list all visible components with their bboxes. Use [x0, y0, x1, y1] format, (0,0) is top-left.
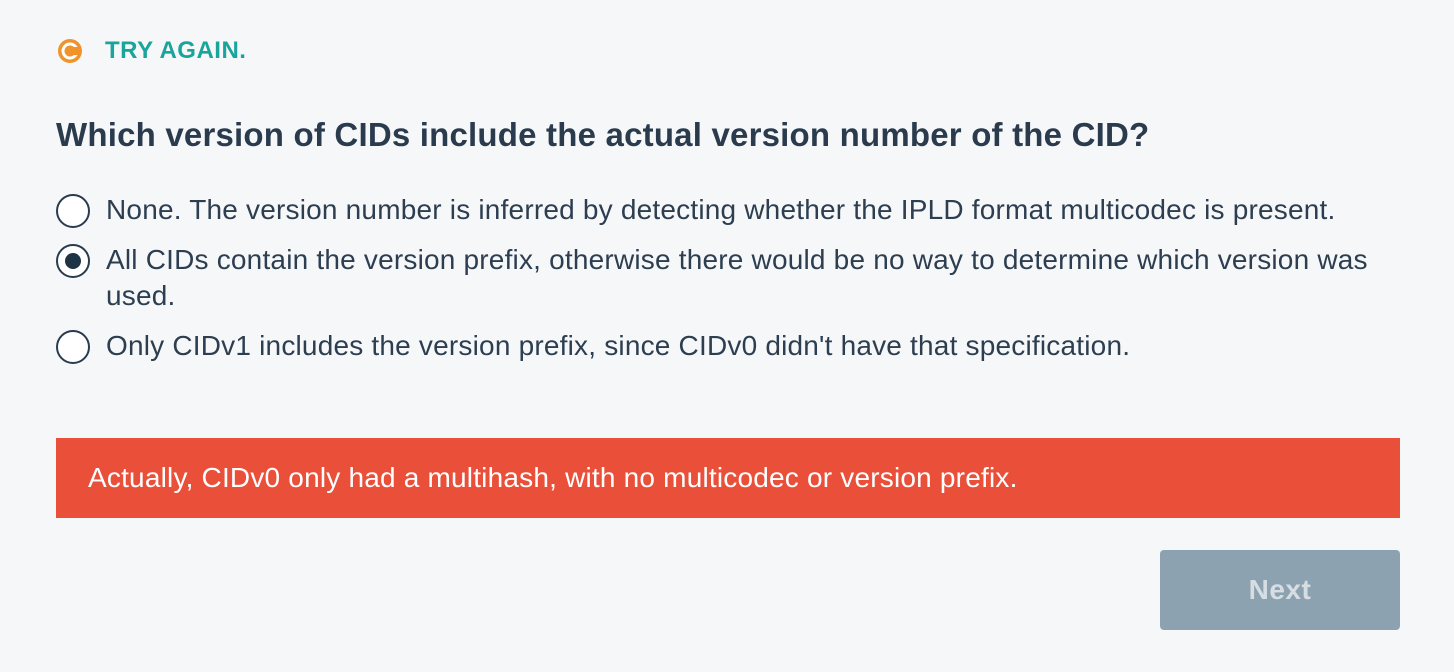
answer-option-2[interactable]: All CIDs contain the version prefix, oth… [56, 242, 1400, 314]
status-banner: TRY AGAIN. [57, 34, 246, 68]
radio-selected-dot [65, 253, 81, 269]
answer-option-3[interactable]: Only CIDv1 includes the version prefix, … [56, 328, 1400, 364]
question-text: Which version of CIDs include the actual… [56, 116, 1150, 153]
answer-options: None. The version number is inferred by … [56, 192, 1400, 364]
answer-option-label: None. The version number is inferred by … [106, 194, 1336, 225]
feedback-banner: Actually, CIDv0 only had a multihash, wi… [56, 438, 1400, 518]
answer-option-label: All CIDs contain the version prefix, oth… [106, 244, 1368, 311]
retry-icon [57, 38, 83, 64]
radio-button-checked[interactable] [56, 244, 90, 278]
feedback-text: Actually, CIDv0 only had a multihash, wi… [88, 462, 1018, 493]
answer-option-label: Only CIDv1 includes the version prefix, … [106, 330, 1131, 361]
radio-button-unchecked[interactable] [56, 330, 90, 364]
next-button[interactable]: Next [1160, 550, 1400, 630]
radio-button-unchecked[interactable] [56, 194, 90, 228]
answer-option-1[interactable]: None. The version number is inferred by … [56, 192, 1400, 228]
status-text: TRY AGAIN. [105, 37, 247, 64]
